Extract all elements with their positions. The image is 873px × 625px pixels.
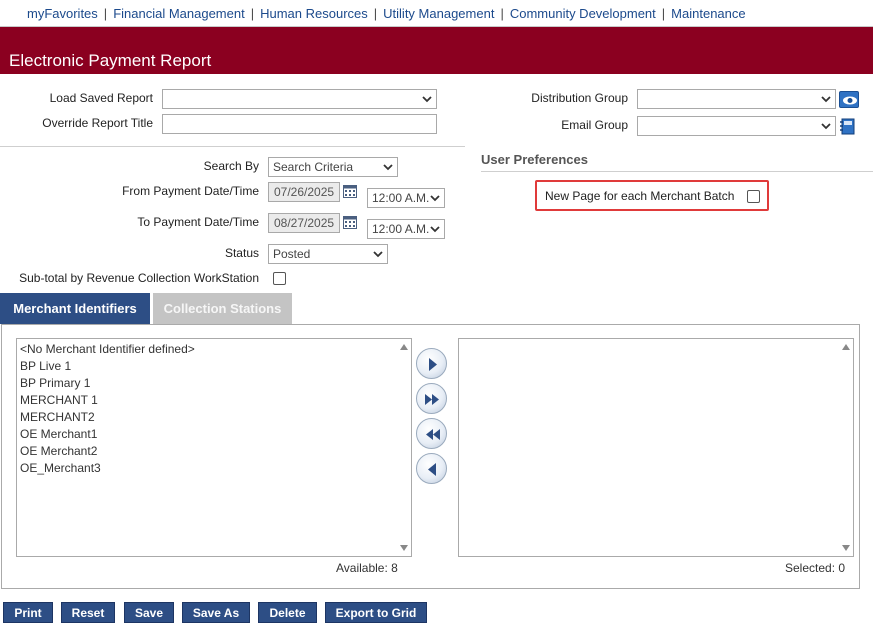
to-time-select[interactable]: 12:00 A.M. xyxy=(367,219,445,239)
calendar-icon[interactable] xyxy=(343,184,357,198)
scroll-up-icon[interactable] xyxy=(841,343,851,351)
list-item[interactable]: OE Merchant1 xyxy=(20,427,97,441)
chevron-down-icon xyxy=(821,96,831,103)
search-by-label: Search By xyxy=(203,159,259,173)
double-arrow-left-icon xyxy=(426,429,440,440)
user-preferences-title: User Preferences xyxy=(481,152,588,167)
status-label: Status xyxy=(224,246,259,260)
subtotal-label: Sub-total by Revenue Collection WorkStat… xyxy=(19,271,259,285)
from-date-input[interactable]: 07/26/2025 xyxy=(268,182,340,202)
tab-collection-stations[interactable]: Collection Stations xyxy=(153,293,292,324)
scroll-down-icon[interactable] xyxy=(399,544,409,552)
load-saved-report-select[interactable] xyxy=(162,89,437,109)
chevron-down-icon xyxy=(422,96,432,103)
view-distribution-group-icon[interactable] xyxy=(839,91,859,108)
arrow-right-icon xyxy=(429,358,437,371)
list-item[interactable]: BP Primary 1 xyxy=(20,376,90,390)
save-button[interactable]: Save xyxy=(124,602,174,623)
subtotal-checkbox[interactable] xyxy=(273,272,286,285)
move-all-left-button[interactable] xyxy=(416,418,447,449)
from-time-select[interactable]: 12:00 A.M. xyxy=(367,188,445,208)
override-report-title-label: Override Report Title xyxy=(42,116,153,130)
selected-list[interactable] xyxy=(458,338,854,557)
top-navigation: myFavorites | Financial Management | Hum… xyxy=(0,0,873,26)
nav-human-resources[interactable]: Human Resources xyxy=(260,6,368,21)
chevron-down-icon xyxy=(430,195,440,202)
list-item[interactable]: OE Merchant2 xyxy=(20,444,97,458)
status-select[interactable]: Posted xyxy=(268,244,388,264)
page-title: Electronic Payment Report xyxy=(9,51,212,70)
export-to-grid-button[interactable]: Export to Grid xyxy=(325,602,427,623)
override-report-title-input[interactable] xyxy=(162,114,437,134)
print-button[interactable]: Print xyxy=(3,602,53,623)
available-count: Available: 8 xyxy=(336,561,398,575)
chevron-down-icon xyxy=(373,251,383,258)
nav-separator: | xyxy=(250,5,255,21)
list-item[interactable]: MERCHANT 1 xyxy=(20,393,98,407)
from-payment-date-label: From Payment Date/Time xyxy=(122,184,259,198)
divider xyxy=(0,146,465,147)
move-right-button[interactable] xyxy=(416,348,447,379)
nav-separator: | xyxy=(103,5,108,21)
to-payment-date-label: To Payment Date/Time xyxy=(137,215,259,229)
to-date-input[interactable]: 08/27/2025 xyxy=(268,213,340,233)
email-group-select[interactable] xyxy=(637,116,836,136)
calendar-icon[interactable] xyxy=(343,215,357,229)
divider xyxy=(481,171,873,172)
move-left-button[interactable] xyxy=(416,453,447,484)
arrow-left-icon xyxy=(428,463,436,476)
nav-myfavorites[interactable]: myFavorites xyxy=(27,6,98,21)
chevron-down-icon xyxy=(430,226,440,233)
chevron-down-icon xyxy=(383,164,393,171)
double-arrow-right-icon xyxy=(425,394,439,405)
list-item[interactable]: MERCHANT2 xyxy=(20,410,95,424)
scroll-down-icon[interactable] xyxy=(841,544,851,552)
delete-button[interactable]: Delete xyxy=(258,602,317,623)
list-item[interactable]: BP Live 1 xyxy=(20,359,71,373)
chevron-down-icon xyxy=(821,123,831,130)
save-as-button[interactable]: Save As xyxy=(182,602,250,623)
search-by-select[interactable]: Search Criteria xyxy=(268,157,398,177)
reset-button[interactable]: Reset xyxy=(61,602,115,623)
new-page-label: New Page for each Merchant Batch xyxy=(545,189,735,203)
email-group-label: Email Group xyxy=(561,118,628,132)
available-list[interactable]: <No Merchant Identifier defined> BP Live… xyxy=(16,338,412,557)
address-book-icon[interactable] xyxy=(839,118,857,135)
list-item[interactable]: <No Merchant Identifier defined> xyxy=(20,342,195,356)
load-saved-report-label: Load Saved Report xyxy=(49,91,153,105)
nav-separator: | xyxy=(500,5,504,21)
list-item[interactable]: OE_Merchant3 xyxy=(20,461,101,475)
title-bar: Electronic Payment Report xyxy=(0,26,873,74)
nav-separator: | xyxy=(373,5,378,21)
nav-maintenance[interactable]: Maintenance xyxy=(671,6,745,21)
move-all-right-button[interactable] xyxy=(416,383,447,414)
nav-community-development[interactable]: Community Development xyxy=(510,6,656,21)
tab-merchant-identifiers[interactable]: Merchant Identifiers xyxy=(0,293,150,324)
new-page-checkbox[interactable] xyxy=(747,190,760,203)
distribution-group-select[interactable] xyxy=(637,89,836,109)
nav-separator: | xyxy=(661,5,666,21)
scroll-up-icon[interactable] xyxy=(399,343,409,351)
nav-utility-management[interactable]: Utility Management xyxy=(383,6,494,21)
nav-financial-management[interactable]: Financial Management xyxy=(113,6,245,21)
selected-count: Selected: 0 xyxy=(785,561,846,575)
distribution-group-label: Distribution Group xyxy=(531,91,628,105)
